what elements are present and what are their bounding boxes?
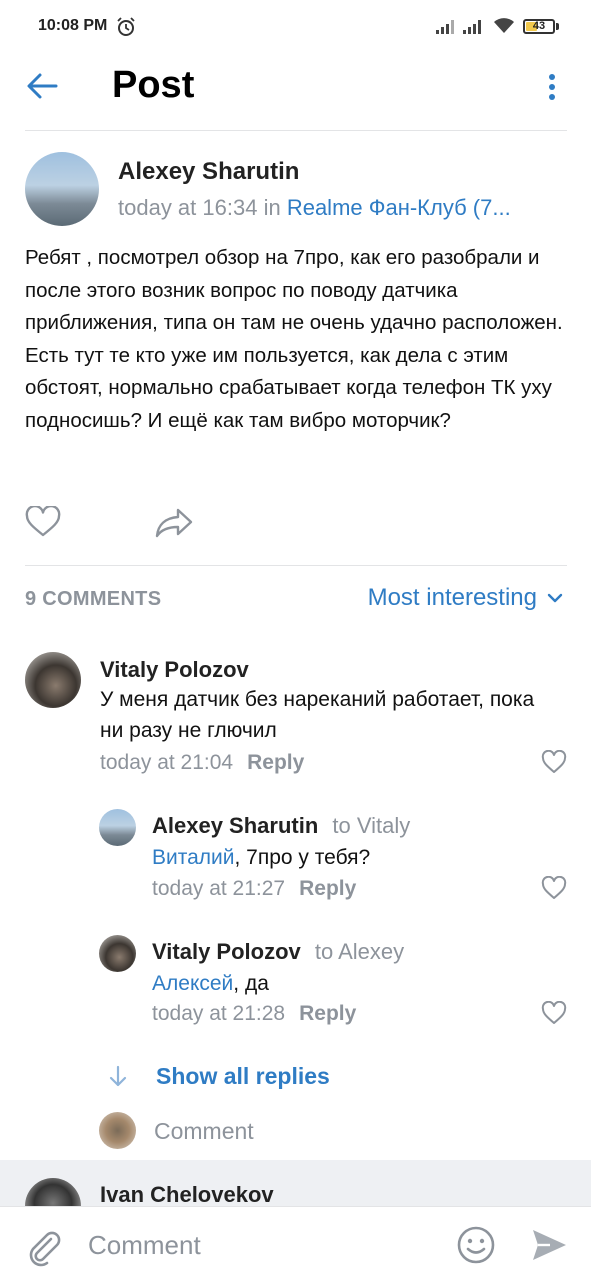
mention-link[interactable]: Алексей (152, 972, 233, 995)
comment-input[interactable] (88, 1225, 428, 1265)
battery-icon: 43 (523, 19, 555, 34)
comment-author[interactable]: Ivan Chelovekov (100, 1182, 274, 1206)
share-icon[interactable] (154, 506, 194, 538)
post-author[interactable]: Alexey Sharutin (118, 158, 299, 186)
send-icon[interactable] (530, 1227, 568, 1263)
like-icon[interactable] (541, 876, 567, 900)
header-divider (25, 130, 567, 131)
like-icon[interactable] (541, 1001, 567, 1025)
comment-text: Алексей, да (152, 968, 269, 999)
alarm-icon (117, 17, 135, 36)
more-icon[interactable] (540, 70, 564, 104)
reply-button[interactable]: Reply (247, 751, 304, 774)
post-meta: today at 16:34 in Realme Фан-Клуб (7... (118, 195, 568, 221)
avatar[interactable] (25, 152, 99, 226)
back-arrow-icon[interactable] (22, 68, 66, 104)
comment-author-name: Vitaly Polozov (152, 939, 301, 964)
comment-author[interactable]: Vitaly Polozov to Alexey (152, 939, 404, 965)
emoji-icon[interactable] (456, 1225, 496, 1265)
battery-level: 43 (532, 20, 546, 32)
comment-author[interactable]: Vitaly Polozov (100, 657, 249, 683)
comment-time: today at 21:28 (152, 1002, 286, 1025)
signal-icon (436, 20, 454, 34)
sort-label: Most interesting (367, 584, 537, 611)
comment-meta: today at 21:27 Reply (152, 877, 356, 901)
chevron-down-icon (547, 593, 563, 603)
reply-button[interactable]: Reply (299, 1002, 356, 1025)
comment-time: today at 21:04 (100, 751, 234, 774)
comment-author-name: Alexey Sharutin (152, 813, 319, 838)
post-time: today at 16:34 (118, 195, 258, 220)
comment-author[interactable]: Alexey Sharutin to Vitaly (152, 813, 410, 839)
signal-icon (463, 20, 481, 34)
comment-body: , 7про у тебя? (234, 846, 371, 869)
reply-button[interactable]: Reply (299, 877, 356, 900)
like-icon[interactable] (541, 750, 567, 774)
sort-dropdown[interactable]: Most interesting (368, 584, 563, 612)
wifi-icon (494, 18, 514, 33)
show-all-replies-button[interactable]: Show all replies (108, 1063, 330, 1090)
like-icon[interactable] (25, 506, 61, 538)
comment-input-bar (0, 1206, 591, 1280)
status-bar: 10:08 PM 43 (0, 0, 591, 54)
comment-meta: today at 21:28 Reply (152, 1002, 356, 1026)
show-all-replies-label: Show all replies (156, 1063, 330, 1089)
comment-body: , да (233, 972, 269, 995)
mention-link[interactable]: Виталий (152, 846, 235, 869)
reply-target: to Vitaly (332, 813, 411, 838)
avatar[interactable] (25, 1178, 81, 1206)
avatar[interactable] (25, 652, 81, 708)
community-link[interactable]: Realme Фан-Клуб (7... (287, 195, 511, 220)
post-divider (25, 565, 567, 566)
battery-tip (556, 23, 559, 30)
comment-meta: today at 21:04 Reply (100, 751, 304, 775)
post-text: Ребят , посмотрел обзор на 7про, как его… (25, 246, 563, 432)
comments-count: 9 COMMENTS (25, 588, 162, 610)
comment-text: У меня датчик без нареканий работает, по… (100, 688, 535, 742)
comment-time: today at 21:27 (152, 877, 286, 900)
reply-target: to Alexey (314, 939, 405, 964)
avatar[interactable] (99, 809, 136, 846)
avatar (99, 1112, 136, 1149)
post-in: in (263, 195, 281, 220)
avatar[interactable] (99, 935, 136, 972)
arrow-down-icon (109, 1065, 127, 1086)
comment-prompt[interactable]: Comment (154, 1118, 254, 1145)
next-comment: Ivan Chelovekov (0, 1160, 591, 1206)
header: Post (0, 54, 591, 130)
status-time: 10:08 PM (38, 17, 108, 34)
comment-text: Виталий, 7про у тебя? (152, 842, 370, 873)
page-title: Post (112, 64, 195, 106)
paperclip-icon[interactable] (24, 1227, 64, 1267)
